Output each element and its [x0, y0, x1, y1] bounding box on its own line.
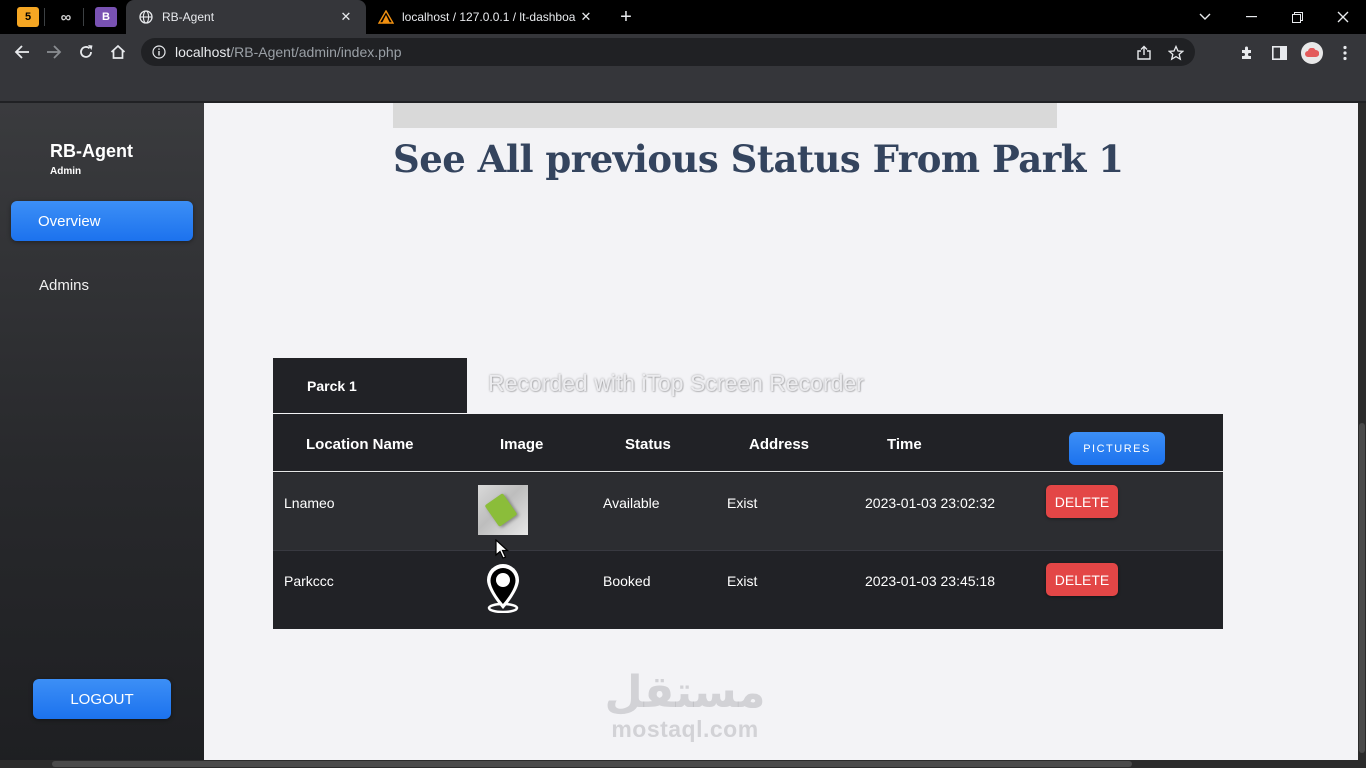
address-bar[interactable]: localhost/RB-Agent/admin/index.php	[141, 38, 1195, 66]
brand-title: RB-Agent	[50, 141, 133, 161]
cell-time: 2023-01-03 23:02:32	[865, 495, 995, 511]
chevron-down-icon[interactable]	[1182, 0, 1228, 34]
star-icon[interactable]	[1167, 44, 1185, 62]
url-host: localhost	[175, 44, 231, 60]
avatar	[1301, 42, 1323, 64]
forward-icon[interactable]	[41, 39, 67, 65]
table-header: Location Name Image Status Address Time …	[273, 414, 1223, 472]
sidebar-item-label: Admins	[39, 277, 90, 294]
logout-button[interactable]: LOGOUT	[33, 679, 171, 719]
sidebar-item-admins[interactable]: Admins	[39, 277, 89, 294]
sidebar: RB-Agent Admin Overview Admins LOGOUT	[0, 103, 204, 768]
mostaql-logo-text: mostaql.com	[611, 716, 759, 742]
home-icon[interactable]	[105, 39, 131, 65]
side-panel-icon[interactable]	[1268, 42, 1290, 64]
cell-location: Lnameo	[284, 495, 335, 511]
globe-icon	[138, 9, 154, 25]
mostaql-logo-arabic: مستقل	[604, 667, 766, 718]
delete-button[interactable]: DELETE	[1046, 485, 1118, 518]
page-title: See All previous Status From Park 1	[393, 137, 1124, 181]
mouse-cursor-icon	[495, 539, 509, 559]
pinned-tab-label: B	[102, 11, 110, 23]
note-shape	[484, 493, 518, 527]
column-header-time: Time	[887, 436, 922, 453]
table-row: Lnameo Available Exist 2023-01-03 23:02:…	[273, 473, 1223, 551]
green-note-image[interactable]	[478, 485, 528, 535]
tab-rb-agent[interactable]: RB-Agent ✕	[126, 0, 366, 34]
mostaql-logo: مستقل mostaql.com	[600, 667, 770, 742]
close-icon[interactable]: ✕	[338, 9, 354, 25]
tab-label: Parck 1	[307, 377, 357, 394]
more-menu-icon[interactable]	[1334, 42, 1356, 64]
column-header-image: Image	[500, 436, 544, 453]
browser-tab-strip: 5 ∞ B RB-Agent ✕ localhost / 127.0.0.1 /…	[0, 0, 1366, 34]
restore-button[interactable]	[1274, 0, 1320, 34]
new-tab-button[interactable]: +	[614, 5, 638, 29]
cell-status: Booked	[603, 573, 651, 589]
pinned-tab-infinity[interactable]: ∞	[55, 7, 77, 27]
vertical-scrollbar[interactable]	[1358, 103, 1366, 768]
tab-title: localhost / 127.0.0.1 / lt-dashboa	[402, 10, 576, 24]
pinned-tab-html5[interactable]: 5	[17, 7, 39, 27]
map-pin-icon[interactable]	[483, 563, 523, 613]
extensions-icon[interactable]	[1236, 42, 1258, 64]
column-header-address: Address	[749, 436, 810, 453]
delete-button[interactable]: DELETE	[1046, 563, 1118, 596]
table-row: Parkccc Booked Exist 2023-01-03 23:45:18…	[273, 551, 1223, 629]
cell-address: Exist	[727, 495, 758, 511]
bookmark-bar	[0, 70, 1366, 102]
info-icon[interactable]	[151, 44, 167, 60]
close-window-button[interactable]	[1320, 0, 1366, 34]
browser-toolbar: localhost/RB-Agent/admin/index.php	[0, 34, 1366, 70]
status-table: Location Name Image Status Address Time …	[273, 414, 1223, 629]
cell-location: Parkccc	[284, 573, 334, 589]
profile-avatar[interactable]	[1301, 42, 1323, 64]
cell-status: Available	[603, 495, 660, 511]
minimize-button[interactable]	[1228, 0, 1274, 34]
tab-park-1[interactable]: Parck 1	[273, 358, 467, 413]
scrollbar-thumb[interactable]	[1359, 423, 1365, 753]
pinned-tab-bootstrap[interactable]: B	[95, 7, 117, 27]
cell-time: 2023-01-03 23:45:18	[865, 573, 995, 589]
tab-title: RB-Agent	[162, 10, 215, 24]
pinned-tab-label: 5	[24, 11, 32, 23]
column-header-status: Status	[625, 436, 671, 453]
pictures-button[interactable]: PICTURES	[1069, 432, 1165, 465]
back-icon[interactable]	[9, 39, 35, 65]
tab-phpmyadmin[interactable]: localhost / 127.0.0.1 / lt-dashboa ✕	[366, 0, 606, 34]
close-icon[interactable]: ✕	[578, 9, 594, 25]
tab-separator	[83, 8, 84, 26]
cell-address: Exist	[727, 573, 758, 589]
page-viewport: RB-Agent Admin Overview Admins LOGOUT Se…	[0, 103, 1366, 768]
recorder-watermark: Recorded with iTop Screen Recorder	[488, 370, 864, 396]
url-path: /RB-Agent/admin/index.php	[230, 44, 402, 60]
column-header-location: Location Name	[306, 436, 414, 453]
tab-separator	[44, 8, 45, 26]
pinned-tab-label: ∞	[60, 8, 72, 26]
sidebar-item-label: Overview	[38, 212, 101, 230]
phpmyadmin-icon	[378, 9, 394, 25]
horizontal-scrollbar[interactable]	[0, 760, 1358, 768]
brand-subtitle: Admin	[50, 166, 82, 177]
share-icon[interactable]	[1135, 44, 1153, 62]
url-text: localhost/RB-Agent/admin/index.php	[175, 44, 401, 60]
sidebar-item-overview[interactable]: Overview	[11, 201, 193, 241]
reload-icon[interactable]	[73, 39, 99, 65]
header-strip	[393, 103, 1057, 128]
scrollbar-thumb[interactable]	[52, 761, 1132, 767]
